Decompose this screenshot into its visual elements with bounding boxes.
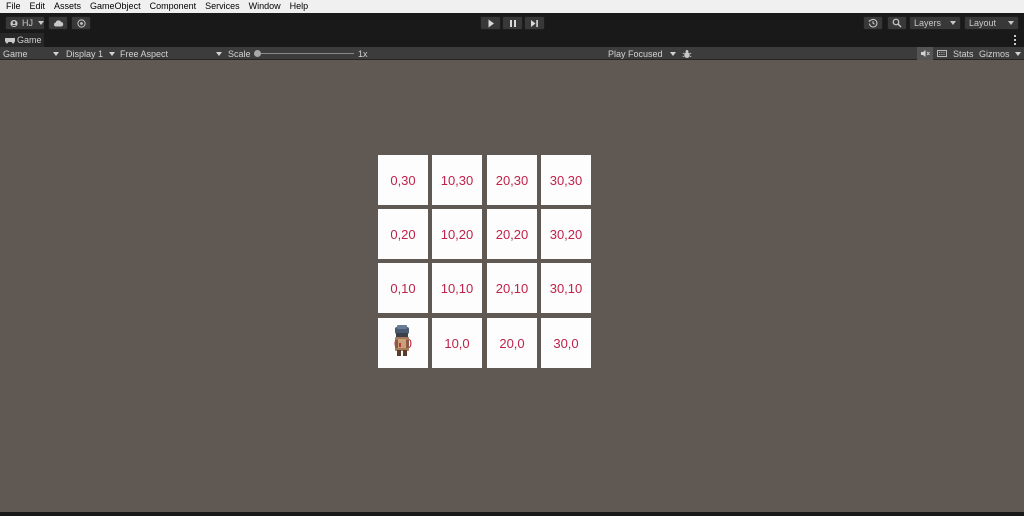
chevron-down-icon (1015, 51, 1021, 56)
menu-file[interactable]: File (6, 0, 21, 13)
grid-tile: 0,30 (378, 155, 428, 205)
layers-dropdown[interactable]: Layers (909, 16, 961, 30)
grid-tile: 20,30 (487, 155, 537, 205)
grid-tile: 30,30 (541, 155, 591, 205)
menu-gameobject[interactable]: GameObject (90, 0, 141, 13)
grid-tile: 10,30 (432, 155, 482, 205)
chevron-down-icon (38, 21, 44, 25)
grid-tile: 20,20 (487, 209, 537, 259)
game-mode-dropdown[interactable]: Game (3, 47, 59, 60)
play-focus-label: Play Focused (608, 48, 663, 59)
aspect-label: Free Aspect (120, 48, 169, 59)
chevron-down-icon (950, 21, 956, 25)
scale-slider-handle[interactable] (254, 50, 261, 57)
layers-label: Layers (914, 18, 942, 28)
gizmos-dropdown[interactable]: Gizmos (979, 47, 1021, 60)
chevron-down-icon (1008, 21, 1014, 25)
stats-button[interactable]: Stats (953, 47, 974, 60)
collab-icon (76, 18, 86, 28)
play-button[interactable] (480, 16, 501, 30)
menu-component[interactable]: Component (150, 0, 197, 13)
bug-button[interactable] (682, 47, 692, 60)
tab-game-label: Game (17, 35, 42, 45)
chevron-down-icon (670, 51, 676, 56)
menu-help[interactable]: Help (290, 0, 309, 13)
aspect-dropdown[interactable]: Free Aspect (120, 47, 222, 60)
menu-bar: File Edit Assets GameObject Component Se… (0, 0, 1024, 13)
menu-assets[interactable]: Assets (54, 0, 81, 13)
tab-row: Game (0, 33, 1024, 47)
account-label: HJ (22, 18, 33, 28)
mute-audio-button[interactable] (917, 47, 933, 60)
collab-button[interactable] (71, 16, 91, 30)
keyboard-icon (937, 50, 947, 57)
gizmos-label: Gizmos (979, 48, 1010, 59)
account-icon (10, 19, 18, 27)
main-toolbar: HJ Layers Layout (0, 13, 1024, 33)
grid-tile: 0,20 (378, 209, 428, 259)
chevron-down-icon (216, 51, 222, 56)
display-dropdown[interactable]: Display 1 (66, 47, 115, 60)
game-mode-label: Game (3, 48, 28, 59)
chevron-down-icon (109, 51, 115, 56)
keyboard-shortcuts-button[interactable] (936, 47, 948, 60)
step-icon (531, 19, 538, 27)
grid-tile: 10,0 (432, 318, 482, 368)
grid-tile: 20,10 (487, 263, 537, 313)
more-options-icon[interactable] (1014, 35, 1017, 45)
menu-window[interactable]: Window (249, 0, 281, 13)
pause-button[interactable] (502, 16, 523, 30)
scale-value: 1x (358, 48, 368, 59)
game-view-toolbar: Game Display 1 Free Aspect Scale 1x Play… (0, 47, 1024, 60)
menu-services[interactable]: Services (205, 0, 240, 13)
menu-edit[interactable]: Edit (30, 0, 46, 13)
search-button[interactable] (887, 16, 907, 30)
layout-label: Layout (969, 18, 997, 28)
scale-label: Scale (228, 48, 251, 59)
speaker-mute-icon (921, 50, 930, 57)
search-icon (892, 18, 902, 28)
grid-tile: 0,10 (378, 263, 428, 313)
grid-tile: 30,10 (541, 263, 591, 313)
bottom-status-bar (0, 512, 1024, 516)
play-focus-dropdown[interactable]: Play Focused (608, 47, 676, 60)
gamepad-icon (5, 37, 15, 44)
layout-dropdown[interactable]: Layout (964, 16, 1019, 30)
grid-tile: 30,0 (541, 318, 591, 368)
scale-slider-track[interactable] (258, 53, 354, 54)
history-icon (868, 18, 878, 28)
play-icon (488, 19, 494, 27)
bug-icon (682, 49, 692, 58)
tab-game[interactable]: Game (0, 33, 44, 47)
display-label: Display 1 (66, 48, 104, 59)
grid-tile: 20,0 (487, 318, 537, 368)
history-button[interactable] (863, 16, 883, 30)
cloud-icon (53, 20, 63, 27)
cloud-button[interactable] (48, 16, 68, 30)
chevron-down-icon (53, 51, 59, 56)
account-button[interactable]: HJ (5, 16, 45, 30)
grid-tile: 10,20 (432, 209, 482, 259)
player-character-sprite (395, 325, 409, 356)
pause-icon (509, 19, 516, 27)
grid-tile: 10,10 (432, 263, 482, 313)
step-button[interactable] (524, 16, 545, 30)
grid-tile: 30,20 (541, 209, 591, 259)
